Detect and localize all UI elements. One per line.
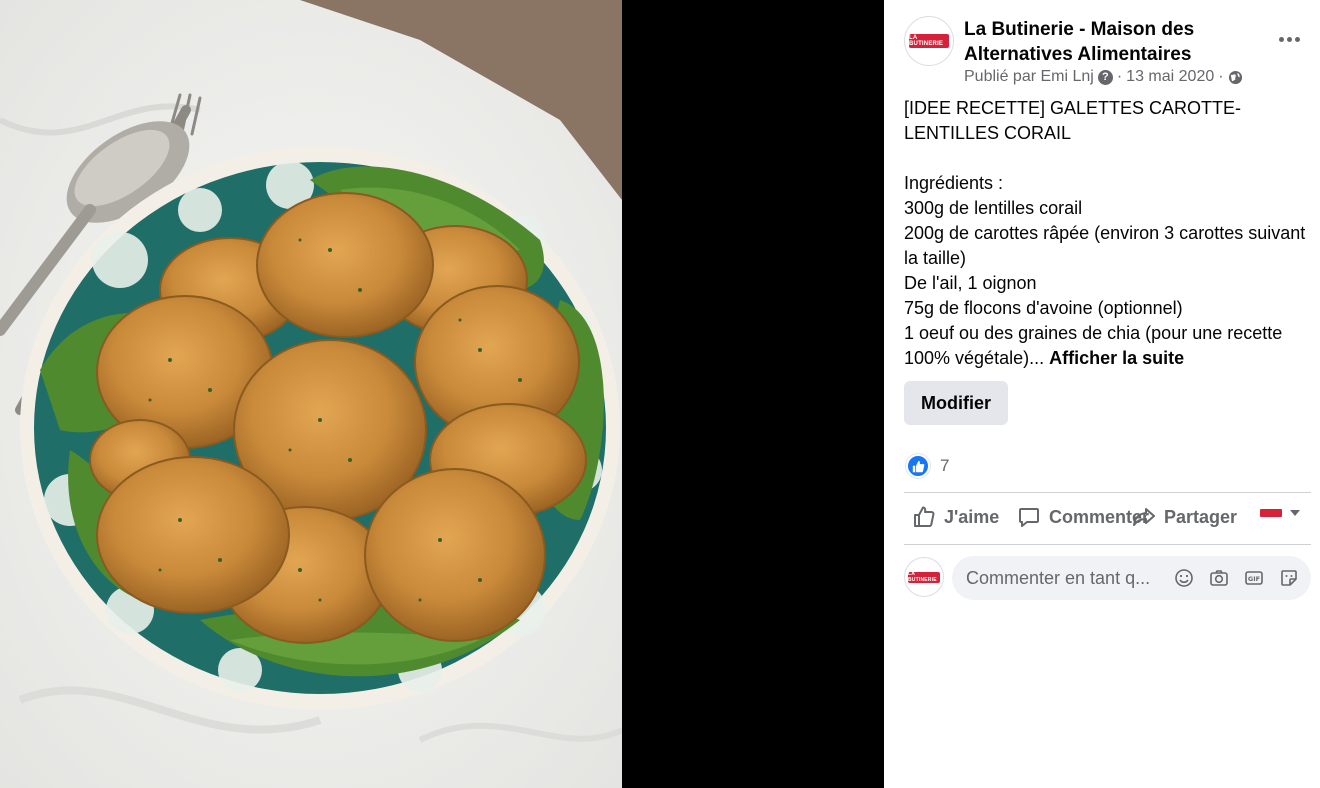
ingredient-4: 75g de flocons d'avoine (optionnel) xyxy=(904,298,1183,318)
share-label: Partager xyxy=(1164,506,1238,527)
comment-row: LA BUTINERIE GIF xyxy=(904,556,1311,600)
commenter-avatar[interactable]: LA BUTINERIE xyxy=(904,557,944,597)
post-text: [IDEE RECETTE] GALETTES CAROTTE-LENTILLE… xyxy=(904,96,1314,371)
divider-bottom xyxy=(904,544,1311,545)
post-meta: Publié par Emi Lnj ? · 13 mai 2020 · xyxy=(964,68,1243,86)
post-photo[interactable] xyxy=(0,0,622,788)
like-button[interactable]: J'aime xyxy=(912,505,999,529)
svg-text:GIF: GIF xyxy=(1248,575,1260,583)
food-photo-illustration xyxy=(0,0,622,788)
ingredient-1: 300g de lentilles corail xyxy=(904,198,1083,218)
help-icon[interactable]: ? xyxy=(1097,69,1113,85)
more-options-button[interactable] xyxy=(1276,26,1302,52)
more-dot xyxy=(1286,36,1292,42)
meta-separator-2: · xyxy=(1218,68,1224,85)
commenter-logo: LA BUTINERIE xyxy=(908,571,940,583)
post-date[interactable]: 13 mai 2020 xyxy=(1126,68,1214,86)
text-spacer xyxy=(904,146,1314,171)
sticker-icon xyxy=(1281,570,1297,586)
reactions-summary[interactable]: 7 xyxy=(906,454,949,478)
published-by[interactable]: Publié par Emi Lnj xyxy=(964,68,1094,86)
ingredients-title: Ingrédients : xyxy=(904,173,1004,193)
gif-button[interactable]: GIF xyxy=(1242,566,1266,590)
reaction-count: 7 xyxy=(940,456,950,475)
thumbs-up-outline-icon xyxy=(914,506,935,527)
comment-bubble-icon xyxy=(1019,508,1039,527)
like-label: J'aime xyxy=(944,506,1000,527)
page-name[interactable]: La Butinerie - Maison des Alternatives A… xyxy=(964,17,1264,67)
edit-post-button[interactable]: Modifier xyxy=(904,381,1008,425)
sticker-button[interactable] xyxy=(1277,566,1301,590)
ingredient-2: 200g de carottes râpée (environ 3 carott… xyxy=(904,223,1306,268)
share-arrow-icon xyxy=(1133,508,1155,526)
audience-selector[interactable] xyxy=(1260,509,1300,517)
page-logo: LA BUTINERIE xyxy=(909,34,949,48)
page-avatar[interactable]: LA BUTINERIE xyxy=(904,16,954,66)
ingredient-3: De l'ail, 1 oignon xyxy=(904,273,1037,293)
thumbs-up-icon xyxy=(912,460,924,472)
comment-box[interactable]: GIF xyxy=(952,556,1311,600)
more-dot xyxy=(1294,36,1300,42)
camera-icon xyxy=(1210,570,1228,586)
action-bar: J'aime Commenter Partager xyxy=(904,497,1311,541)
chevron-down-icon xyxy=(1290,510,1300,516)
post-heading: [IDEE RECETTE] GALETTES CAROTTE-LENTILLE… xyxy=(904,98,1242,143)
comment-input[interactable] xyxy=(966,567,1164,589)
share-button[interactable]: Partager xyxy=(1132,505,1237,529)
camera-button[interactable] xyxy=(1207,566,1231,590)
globe-icon[interactable] xyxy=(1228,70,1243,85)
emoji-button[interactable] xyxy=(1172,566,1196,590)
like-reaction-icon xyxy=(906,454,930,478)
page-mini-logo xyxy=(1260,509,1282,517)
ingredient-5-line: 1 oeuf ou des graines de chia (pour une … xyxy=(904,321,1314,371)
comment-button[interactable]: Commenter xyxy=(1017,505,1149,529)
see-more-link[interactable]: Afficher la suite xyxy=(1049,348,1184,368)
emoji-icon xyxy=(1175,569,1193,587)
meta-separator: · xyxy=(1116,68,1123,85)
post-panel: LA BUTINERIE La Butinerie - Maison des A… xyxy=(884,0,1320,788)
divider-top xyxy=(904,492,1311,493)
more-options-icon xyxy=(1278,36,1284,42)
gif-icon: GIF xyxy=(1245,571,1263,585)
photo-viewer xyxy=(0,0,884,788)
